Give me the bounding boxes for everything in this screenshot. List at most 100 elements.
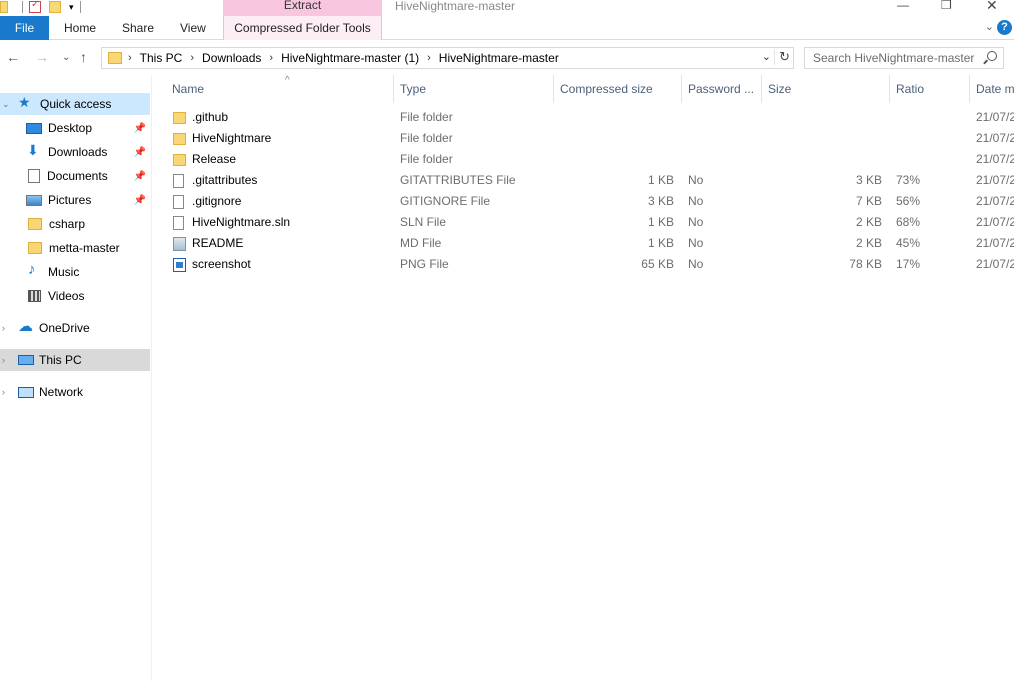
column-header-name[interactable]: Name ^ — [165, 75, 394, 103]
pin-icon[interactable]: 📌 — [134, 171, 146, 182]
folder-icon — [173, 154, 186, 166]
chevron-right-icon[interactable]: › — [269, 52, 273, 64]
table-row[interactable]: README MD File 1 KB No 2 KB 45% 21/07/2 — [153, 233, 1014, 254]
file-compressed-size: 1 KB — [647, 236, 674, 250]
search-placeholder: Search HiveNightmare-master — [813, 51, 975, 65]
search-icon[interactable] — [987, 51, 997, 61]
folder-icon — [173, 112, 186, 124]
column-header-ratio[interactable]: Ratio — [889, 75, 970, 103]
tab-view[interactable]: View — [180, 16, 206, 40]
table-row[interactable]: screenshot PNG File 65 KB No 78 KB 17% 2… — [153, 254, 1014, 275]
divider — [79, 1, 81, 13]
column-header-date-modified[interactable]: Date m — [969, 75, 1014, 103]
documents-icon — [28, 169, 40, 183]
sidebar-item-metta-master[interactable]: metta-master — [0, 237, 150, 259]
file-type: GITATTRIBUTES File — [400, 173, 516, 187]
chevron-right-icon[interactable]: › — [2, 387, 12, 397]
tab-file[interactable]: File — [0, 16, 49, 40]
folder-icon — [173, 133, 186, 145]
sidebar-item-label: metta-master — [49, 241, 120, 255]
address-bar[interactable]: › This PC › Downloads › HiveNightmare-ma… — [101, 47, 794, 69]
extract-context-tab: Extract — [223, 0, 382, 16]
table-row[interactable]: .gitignore GITIGNORE File 3 KB No 7 KB 5… — [153, 191, 1014, 212]
sidebar-item-label: OneDrive — [39, 321, 90, 335]
recent-locations-icon[interactable]: ⌄ — [62, 52, 70, 63]
sidebar-item-onedrive[interactable]: › OneDrive — [0, 317, 150, 339]
table-row[interactable]: HiveNightmare File folder 21/07/2 — [153, 128, 1014, 149]
file-type: SLN File — [400, 215, 447, 229]
tab-share[interactable]: Share — [122, 16, 154, 40]
breadcrumb-downloads[interactable]: Downloads — [202, 51, 261, 65]
pin-icon[interactable]: 📌 — [134, 147, 146, 158]
window-title: HiveNightmare-master — [395, 0, 516, 13]
chevron-down-icon[interactable]: ⌄ — [762, 50, 771, 63]
forward-arrow-icon[interactable]: → — [35, 49, 49, 65]
sidebar-item-documents[interactable]: Documents 📌 — [0, 165, 150, 187]
table-row[interactable]: HiveNightmare.sln SLN File 1 KB No 2 KB … — [153, 212, 1014, 233]
chevron-right-icon[interactable]: › — [427, 52, 431, 64]
column-header-password[interactable]: Password ... — [681, 75, 762, 103]
file-type: GITIGNORE File — [400, 194, 491, 208]
file-size: 2 KB — [855, 236, 882, 250]
file-icon — [173, 174, 184, 188]
markdown-file-icon — [173, 237, 186, 251]
up-arrow-icon[interactable]: ↑ — [80, 49, 87, 65]
minimize-icon[interactable]: — — [897, 0, 909, 11]
customize-toolbar-icon[interactable]: ▾ — [69, 2, 74, 13]
breadcrumb-hivenightmare-master-1[interactable]: HiveNightmare-master (1) — [281, 51, 419, 65]
file-date: 21/07/2 — [976, 194, 1014, 208]
chevron-right-icon[interactable]: › — [2, 323, 12, 333]
sidebar-item-pictures[interactable]: Pictures 📌 — [0, 189, 150, 211]
tab-compressed-folder-tools[interactable]: Compressed Folder Tools — [223, 16, 382, 40]
sidebar-item-downloads[interactable]: Downloads 📌 — [0, 141, 150, 163]
close-icon[interactable]: ✕ — [986, 0, 998, 12]
table-row[interactable]: .gitattributes GITATTRIBUTES File 1 KB N… — [153, 170, 1014, 191]
pin-icon[interactable]: 📌 — [134, 195, 146, 206]
sidebar-item-videos[interactable]: Videos — [0, 285, 150, 307]
sidebar-item-music[interactable]: Music — [0, 261, 150, 283]
sidebar-item-quick-access[interactable]: ⌄ Quick access — [0, 93, 150, 115]
pin-icon[interactable]: 📌 — [134, 123, 146, 134]
column-header-type[interactable]: Type — [393, 75, 554, 103]
properties-icon[interactable] — [29, 0, 41, 13]
folder-icon[interactable] — [0, 1, 8, 13]
file-ratio: 45% — [896, 236, 921, 250]
quick-access-toolbar: ▾ — [0, 0, 87, 14]
file-password: No — [688, 236, 704, 250]
star-icon — [18, 94, 34, 111]
desktop-icon — [26, 122, 42, 134]
sidebar-item-this-pc[interactable]: › This PC — [0, 349, 150, 371]
file-ratio: 68% — [896, 215, 921, 229]
new-folder-icon[interactable] — [49, 1, 61, 13]
table-row[interactable]: .github File folder 21/07/2 — [153, 107, 1014, 128]
file-compressed-size: 3 KB — [647, 194, 674, 208]
sidebar-item-network[interactable]: › Network — [0, 381, 150, 403]
sidebar-item-label: csharp — [49, 217, 86, 231]
sidebar-item-desktop[interactable]: Desktop 📌 — [0, 117, 150, 139]
maximize-icon[interactable]: ❐ — [941, 0, 952, 11]
expand-ribbon-icon[interactable]: ⌄ — [985, 20, 994, 33]
file-name: .gitattributes — [192, 173, 258, 187]
chevron-right-icon[interactable]: › — [190, 52, 194, 64]
refresh-icon[interactable]: ↻ — [774, 49, 790, 65]
table-row[interactable]: Release File folder 21/07/2 — [153, 149, 1014, 170]
file-password: No — [688, 215, 704, 229]
chevron-down-icon[interactable]: ⌄ — [2, 99, 12, 110]
column-header-size[interactable]: Size — [761, 75, 890, 103]
sidebar-item-label: Downloads — [48, 145, 108, 159]
file-size: 2 KB — [855, 215, 882, 229]
search-input[interactable]: Search HiveNightmare-master — [804, 47, 1004, 69]
help-icon[interactable]: ? — [997, 20, 1012, 35]
breadcrumb-hivenightmare-master[interactable]: HiveNightmare-master — [439, 51, 559, 65]
column-header-compressed-size[interactable]: Compressed size — [553, 75, 682, 103]
chevron-right-icon[interactable]: › — [2, 355, 12, 365]
chevron-right-icon[interactable]: › — [128, 52, 132, 64]
file-size: 7 KB — [855, 194, 882, 208]
file-date: 21/07/2 — [976, 131, 1014, 145]
back-arrow-icon[interactable]: ← — [6, 49, 20, 65]
breadcrumb-this-pc[interactable]: This PC — [140, 51, 183, 65]
file-type: File folder — [400, 152, 453, 166]
file-type: File folder — [400, 110, 453, 124]
sidebar-item-csharp[interactable]: csharp — [0, 213, 150, 235]
tab-home[interactable]: Home — [64, 16, 96, 40]
